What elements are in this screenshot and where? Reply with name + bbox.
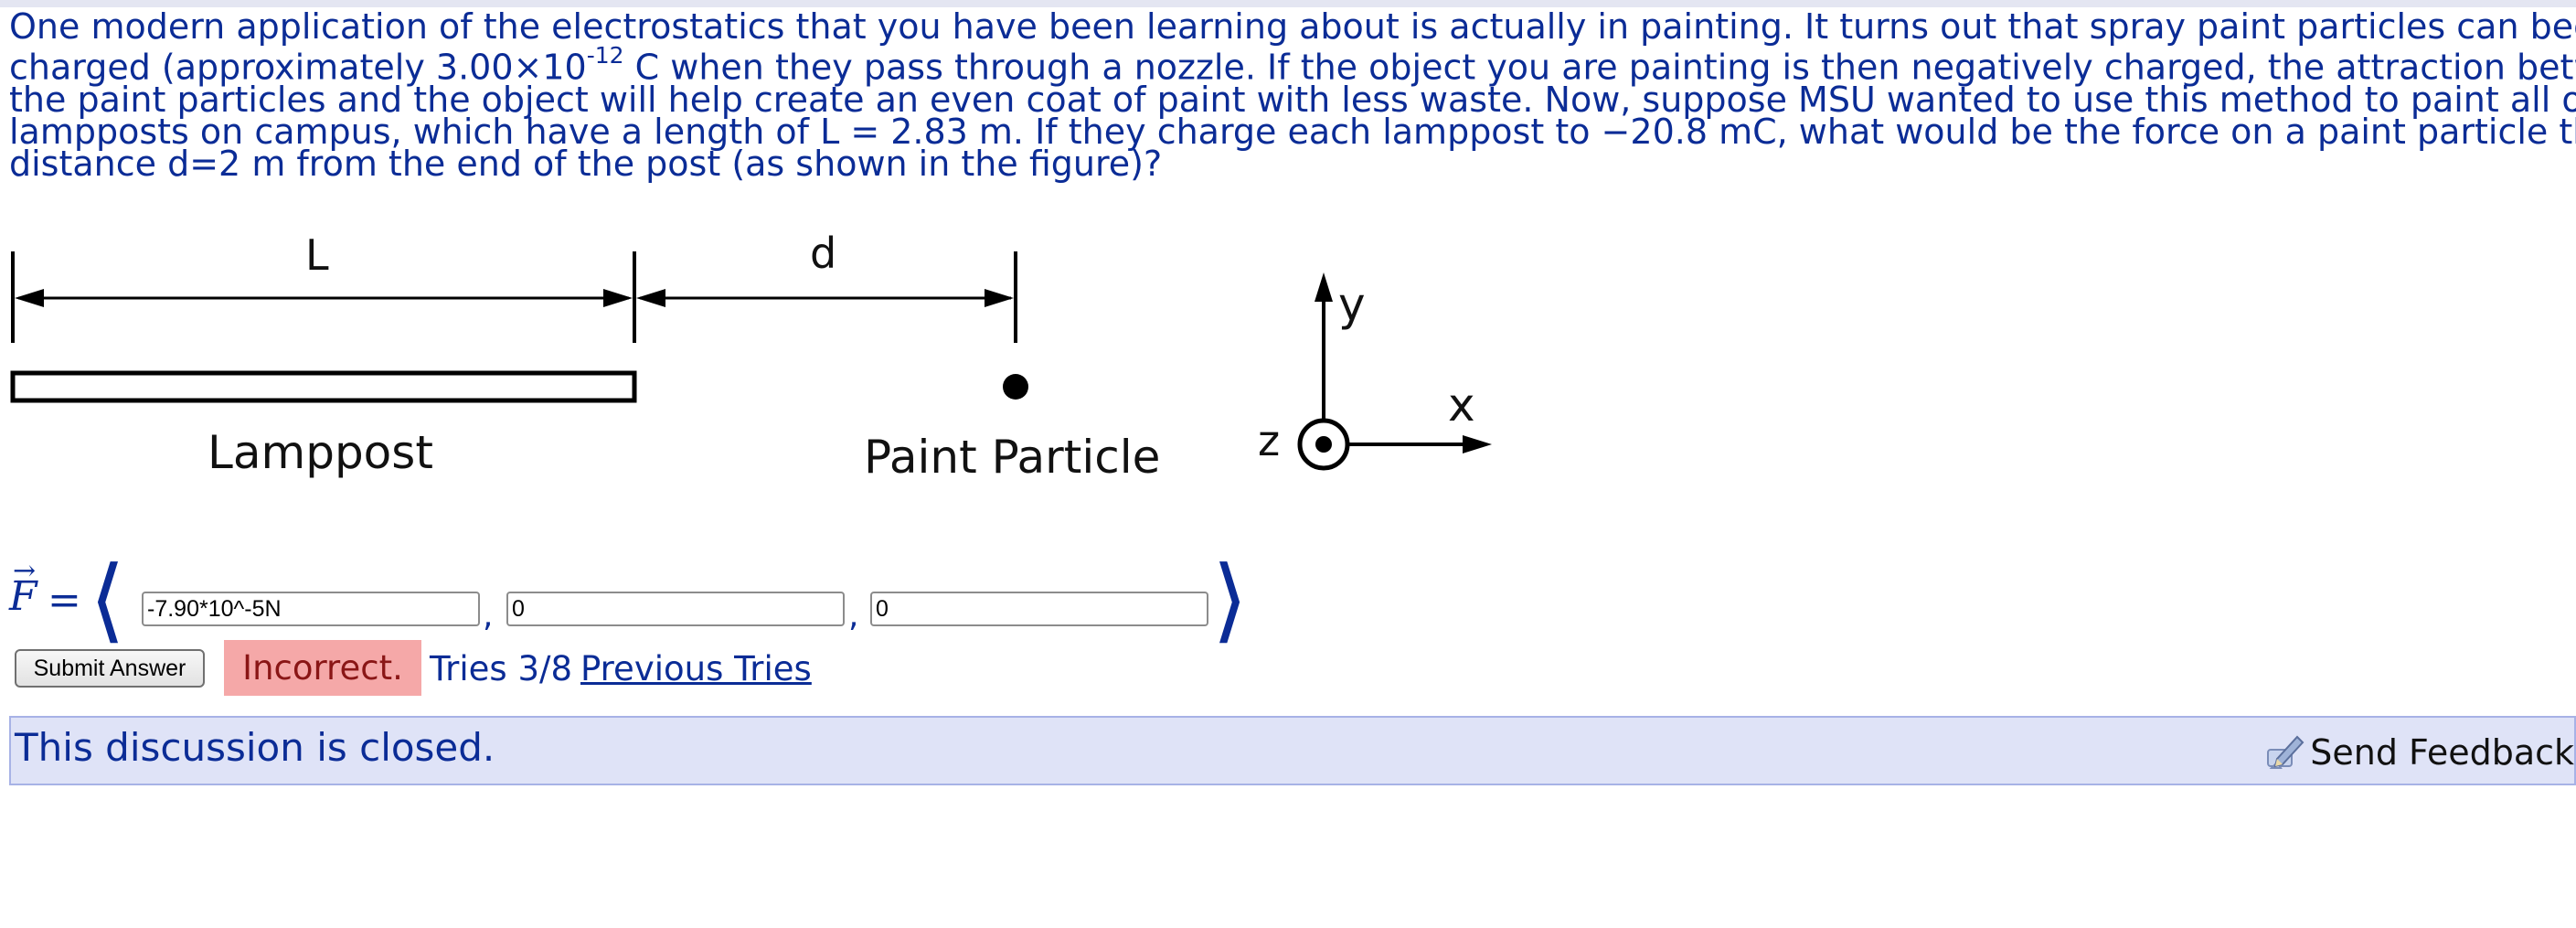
answer-row: → F = ⟨ -7.90*10^-5N , 0 , 0 ⟩ [9,546,1289,653]
previous-tries-link[interactable]: Previous Tries [580,649,812,688]
label-lamppost: Lamppost [208,426,433,479]
discussion-closed-text: This discussion is closed. [15,725,495,770]
comma-2: , [848,597,859,635]
label-axis-y: y [1338,278,1366,331]
tries-count: Tries 3/8 [430,649,573,688]
open-angle-bracket: ⟨ [90,546,126,653]
problem-line-5: distance d=2 m from the end of the post … [9,143,1163,184]
dim-arrowhead-L-right [603,289,633,307]
dim-arrowhead-d-right [985,289,1014,307]
dim-arrowhead-d-left [636,289,665,307]
label-paint-particle: Paint Particle [864,431,1161,484]
problem-exponent: -12 [586,42,624,69]
send-feedback-link[interactable]: Send Feedback [2264,727,2574,778]
submit-row: Submit Answer Incorrect. Tries 3/8 Previ… [15,640,1294,696]
equals-sign: = [48,577,81,624]
pencil-feedback-icon [2267,735,2305,769]
axis-z-dot [1315,436,1332,453]
axis-y-arrowhead [1315,272,1333,302]
lamppost-rod [10,370,637,403]
discussion-bar: This discussion is closed. Send Feedback [9,716,2576,785]
submit-answer-button[interactable]: Submit Answer [15,649,205,688]
comma-1: , [483,597,494,635]
label-axis-x: x [1448,379,1475,432]
force-vector-symbol: → F [9,555,37,620]
label-axis-z: z [1258,416,1281,465]
problem-line-2: charged (approximately 3.00×10-12 C when… [9,42,2576,85]
close-angle-bracket: ⟩ [1212,546,1249,653]
problem-figure: L d Lamppost Paint Particle y x z [0,229,1554,503]
paint-particle-dot [1003,374,1028,400]
send-feedback-label: Send Feedback [2310,732,2574,773]
problem-statement: One modern application of the electrosta… [9,6,2576,184]
fz-input[interactable]: 0 [870,592,1208,626]
label-d: d [810,229,837,278]
fx-input[interactable]: -7.90*10^-5N [142,592,480,626]
fy-input[interactable]: 0 [506,592,845,626]
incorrect-status-badge: Incorrect. [224,640,421,696]
vector-arrow: → [13,555,37,587]
problem-line-1: One modern application of the electrosta… [9,6,2576,47]
label-L: L [305,230,329,280]
axis-x-arrowhead [1463,435,1492,453]
dim-arrowhead-L-left [15,289,44,307]
